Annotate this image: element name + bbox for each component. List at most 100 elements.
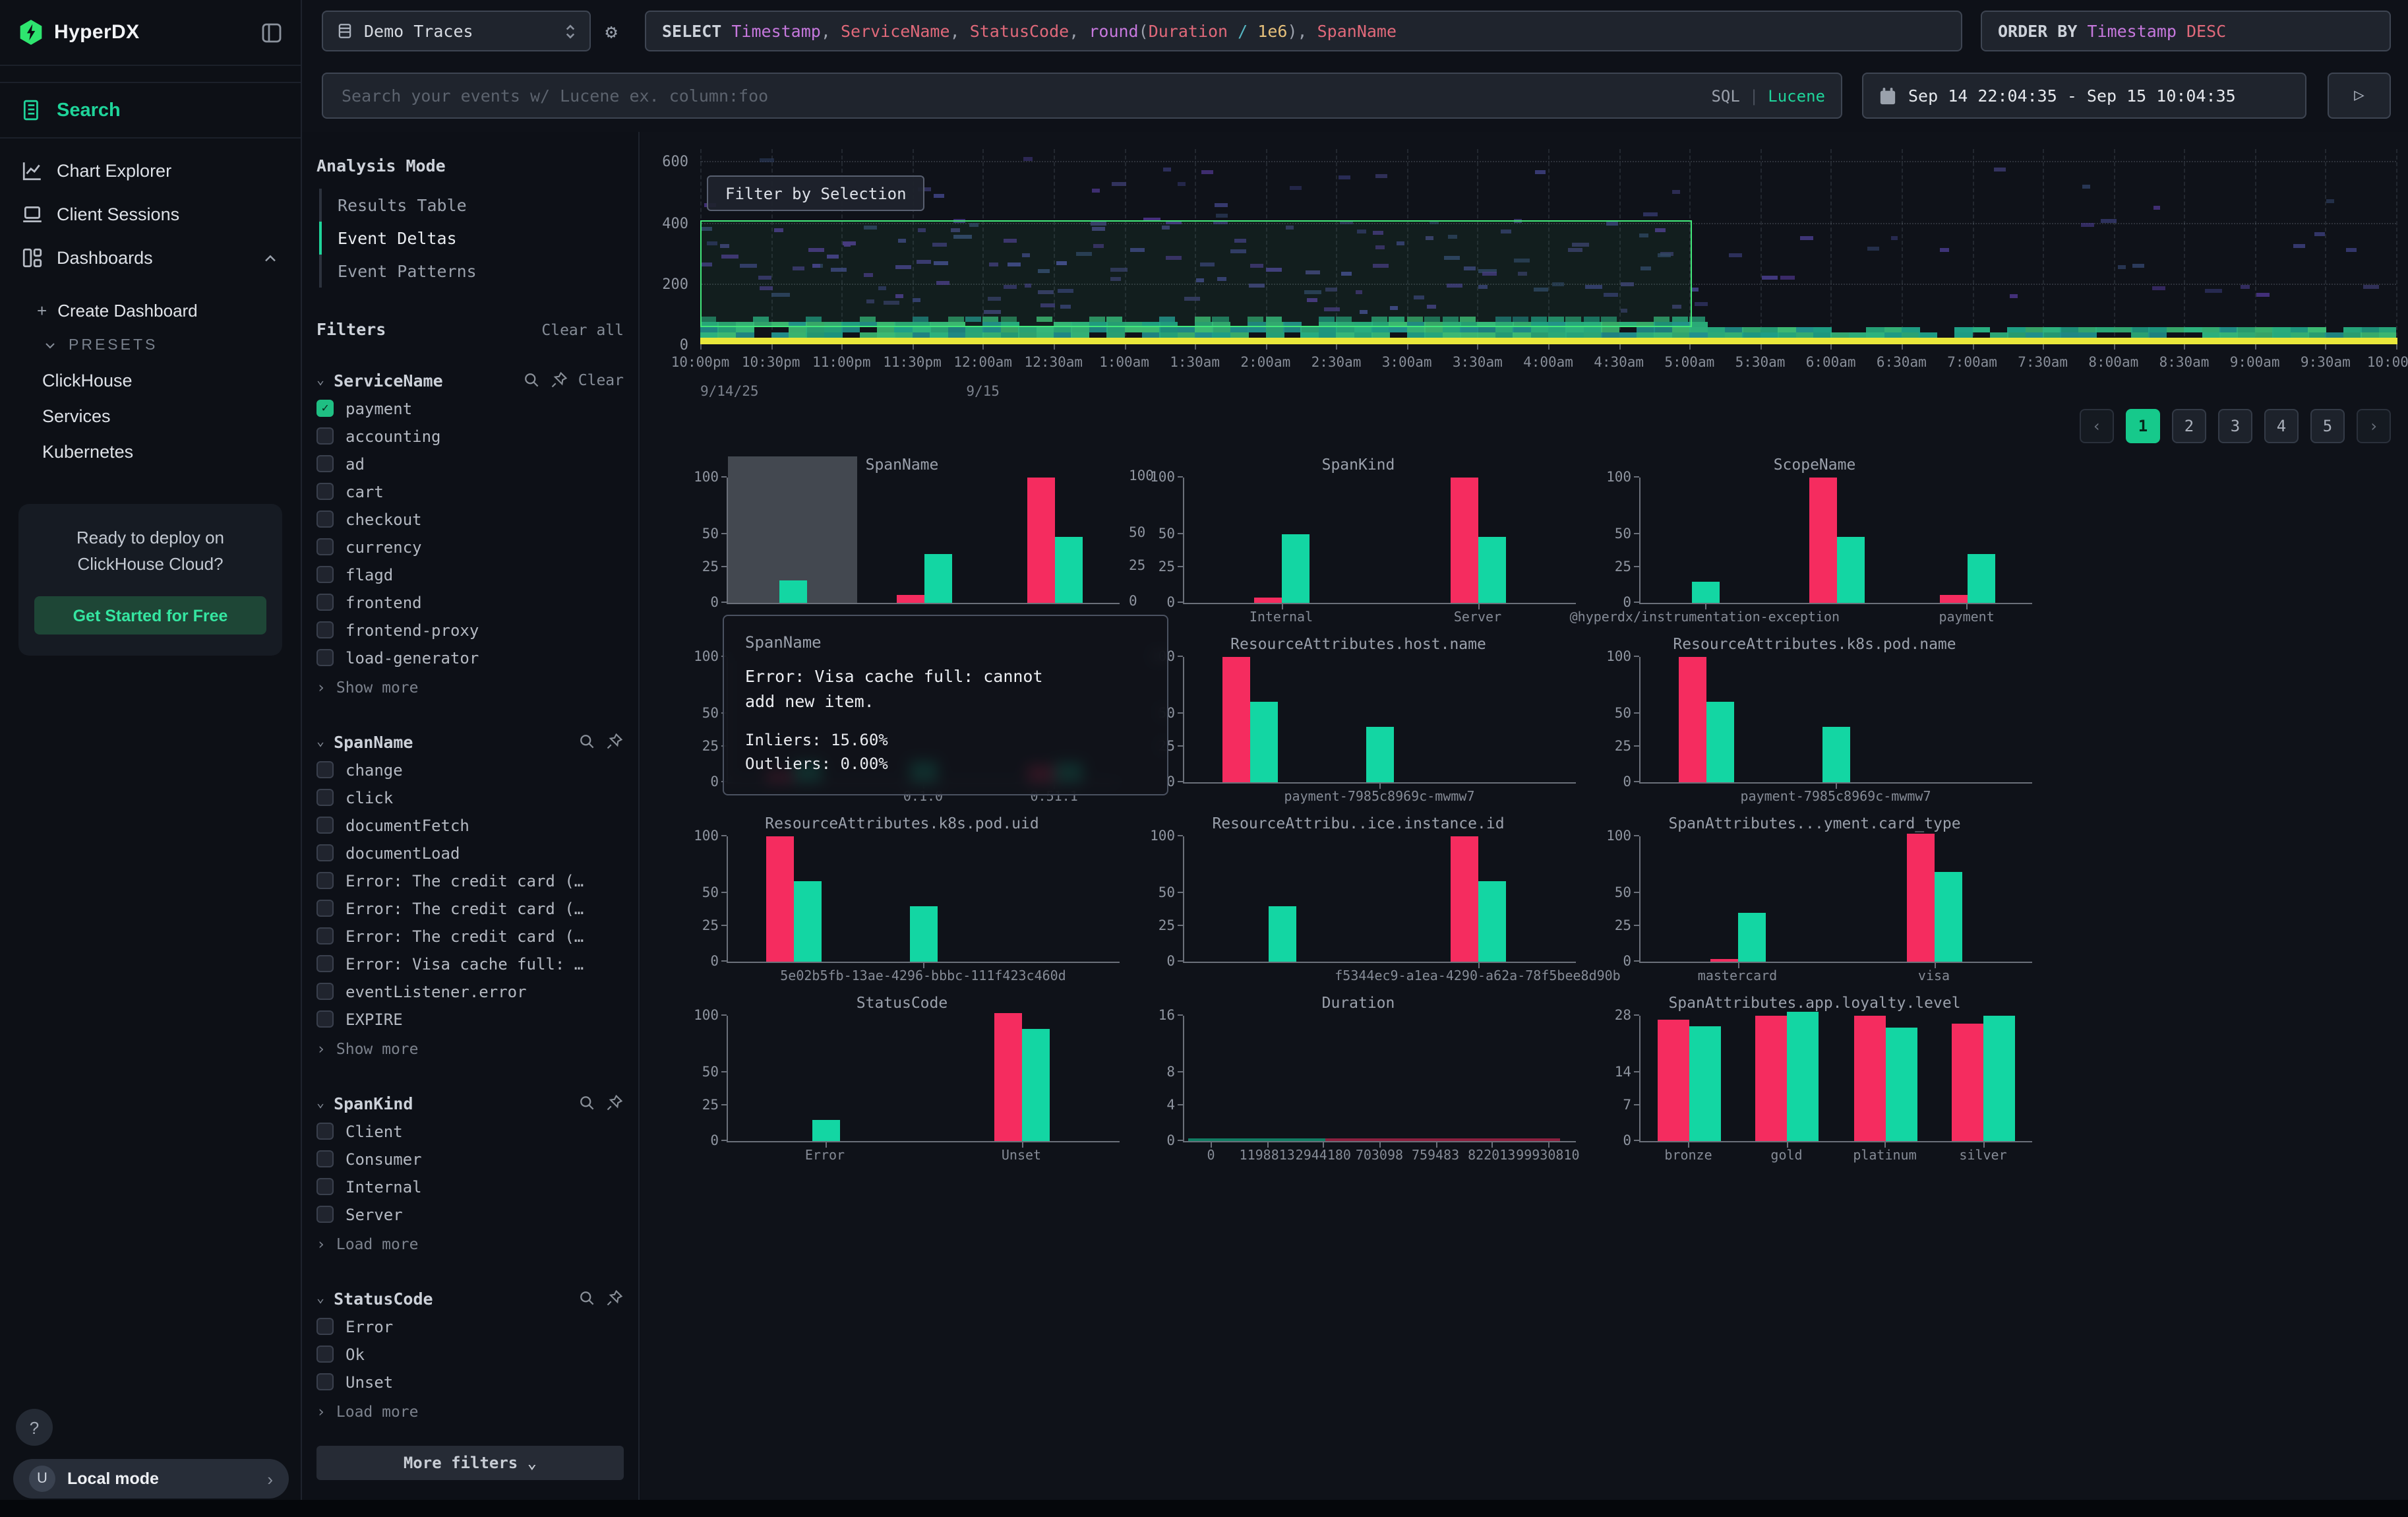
local-mode-menu[interactable]: U Local mode › [13,1459,289,1499]
checkbox[interactable] [316,455,334,472]
date-range-picker[interactable]: Sep 14 22:04:35 - Sep 15 10:04:35 [1862,73,2306,119]
checkbox[interactable] [316,789,334,806]
filter-option[interactable]: Client [316,1117,624,1145]
analysis-mode-option[interactable]: Event Deltas [319,222,624,255]
bar-group-bronze[interactable] [1640,1016,1739,1141]
bar-group-visa[interactable] [1836,836,2032,962]
bar-group[interactable] [1771,478,1902,603]
bar-group-5e02b5fb-13ae-4296-bbbc-111f423c460d[interactable] [858,836,989,962]
preset-dashboard-clickhouse[interactable]: ClickHouse [0,363,301,398]
delta-chart-spanattributes-app-loyalty-level[interactable]: SpanAttributes.app.loyalty.level071428br… [1597,993,2032,1167]
selection-box[interactable] [700,221,1693,328]
create-dashboard-button[interactable]: +Create Dashboard [0,293,301,328]
pin-icon[interactable] [605,732,624,751]
filter-option[interactable]: checkout [316,505,624,533]
delta-chart-resourceattributes-k8s-pod-name[interactable]: ResourceAttributes.k8s.pod.name02550100p… [1597,635,2032,809]
filter-option[interactable]: EXPIRE [316,1005,624,1033]
checkbox[interactable] [316,1010,334,1028]
brand[interactable]: HyperDX [18,20,261,45]
filter-option[interactable]: documentLoad [316,839,624,867]
help-button[interactable]: ? [16,1409,53,1446]
collapse-sidebar-icon[interactable] [261,22,282,43]
filter-group-header[interactable]: ⌄SpanName [316,727,624,756]
pin-icon[interactable] [551,371,569,389]
sidebar-item-client-sessions[interactable]: Client Sessions [0,193,301,236]
checkbox[interactable] [316,566,334,583]
bar-group-payment[interactable] [1902,478,2032,603]
filter-option[interactable]: Error: Visa cache full: … [316,950,624,977]
pagination-page-2[interactable]: 2 [2172,409,2206,443]
filter-option[interactable]: documentFetch [316,811,624,839]
filter-group-header[interactable]: ⌄SpanKind [316,1088,624,1117]
checkbox[interactable] [316,538,334,555]
more-filters-button[interactable]: More filters ⌄ [316,1446,624,1480]
filter-option[interactable]: Internal [316,1173,624,1200]
filter-option[interactable]: flagd [316,561,624,588]
delta-chart-spanattributes-yment-card-type[interactable]: SpanAttributes...yment.card_type02550100… [1597,814,2032,988]
search-input[interactable] [339,84,1698,107]
filter-option[interactable]: cart [316,478,624,505]
sidebar-item-dashboards[interactable]: Dashboards [0,236,301,280]
bar-group[interactable] [989,478,1120,603]
filter-option[interactable]: Error: The credit card (… [316,922,624,950]
search-icon[interactable] [523,371,541,389]
checkbox[interactable] [316,844,334,861]
lang-sql[interactable]: SQL [1711,86,1739,105]
search-icon[interactable] [578,1094,596,1112]
delta-chart-statuscode[interactable]: StatusCode02550100ErrorUnset [684,993,1120,1167]
checkbox[interactable] [316,1373,334,1390]
filter-option[interactable]: change [316,756,624,784]
filter-option[interactable]: Error: The credit card (… [316,867,624,894]
gear-icon[interactable]: ⚙ [605,20,617,44]
delta-chart-duration[interactable]: Duration04816011988132944180703098759483… [1141,993,1576,1167]
pagination-page-3[interactable]: 3 [2218,409,2252,443]
get-started-button[interactable]: Get Started for Free [34,597,266,635]
clear-all-filters[interactable]: Clear all [541,321,624,339]
filter-group-header[interactable]: ⌄StatusCode [316,1284,624,1313]
filter-option[interactable]: frontend-proxy [316,616,624,644]
bar-group-payment-7985c8969c-mwmw7[interactable] [1771,657,1902,782]
bar-group-platinum[interactable] [1836,1016,1935,1141]
filter-option[interactable]: ✓payment [316,394,624,422]
checkbox[interactable] [316,1206,334,1223]
checkbox[interactable] [316,1178,334,1195]
filter-by-selection-button[interactable]: Filter by Selection [707,175,925,211]
checkbox[interactable] [316,594,334,611]
delta-chart-scopename[interactable]: ScopeName02550100@hyperdx/instrumentatio… [1597,455,2032,629]
preset-dashboard-services[interactable]: Services [0,398,301,434]
filter-option[interactable]: ad [316,450,624,478]
filter-option[interactable]: Error: The credit card (… [316,894,624,922]
lang-lucene[interactable]: Lucene [1768,86,1825,105]
pin-icon[interactable] [605,1289,624,1307]
bar-group[interactable] [728,478,858,603]
bar-group[interactable] [1902,657,2032,782]
checkbox[interactable] [316,761,334,778]
filter-group-header[interactable]: ⌄ServiceNameClear [316,365,624,394]
query-select-input[interactable]: SELECT Timestamp, ServiceName, StatusCod… [645,11,1962,51]
run-query-button[interactable]: ▷ [2328,73,2391,119]
search-icon[interactable] [578,1289,596,1307]
checkbox[interactable] [316,900,334,917]
checkbox[interactable] [316,511,334,528]
pagination-page-4[interactable]: 4 [2264,409,2299,443]
pin-icon[interactable] [605,1094,624,1112]
checkbox[interactable]: ✓ [316,400,334,417]
bar-group-silver[interactable] [1935,1016,2033,1141]
filter-option[interactable]: Ok [316,1340,624,1368]
pagination-page-1[interactable]: 1 [2126,409,2160,443]
bar-group[interactable] [1445,657,1576,782]
bar-group-payment-7985c8969c-mwmw7[interactable] [1315,657,1445,782]
filter-option[interactable]: Consumer [316,1145,624,1173]
bar-group-Server[interactable] [1380,478,1576,603]
bar-group[interactable] [1184,836,1380,962]
pagination-prev[interactable]: ‹ [2080,409,2114,443]
pagination-next[interactable]: › [2357,409,2391,443]
filter-option[interactable]: frontend [316,588,624,616]
bar-group-f5344ec9-a1ea-4290-a62a-78f5bee8d90b[interactable] [1380,836,1576,962]
show-more-link[interactable]: ›Show more [316,674,624,700]
checkbox[interactable] [316,955,334,972]
sidebar-item-search[interactable]: Search [0,82,301,139]
delta-chart-resourceattribu-ice-instance-id[interactable]: ResourceAttribu..ice.instance.id02550100… [1141,814,1576,988]
filter-option[interactable]: Server [316,1200,624,1228]
checkbox[interactable] [316,872,334,889]
